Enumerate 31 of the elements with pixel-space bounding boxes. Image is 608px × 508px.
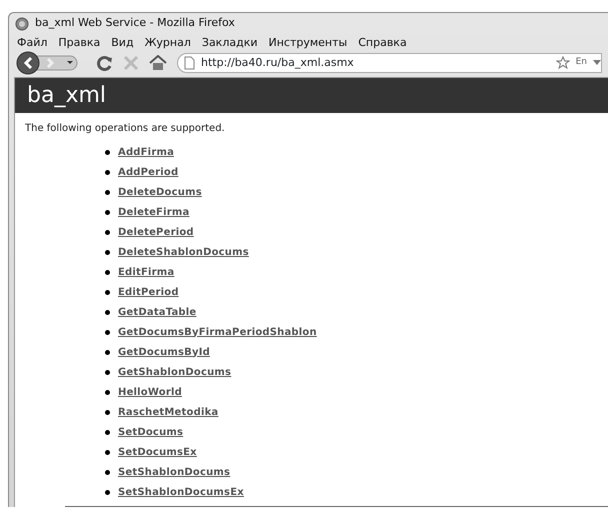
menu-item[interactable]: Журнал: [144, 35, 191, 51]
operation-link[interactable]: SetShablonDocumsEx: [118, 484, 244, 500]
window-title: ba_xml Web Service - Mozilla Firefox: [35, 15, 235, 32]
operation-link[interactable]: AddFirma: [118, 144, 174, 160]
operation-link[interactable]: GetShablonDocums: [118, 364, 232, 380]
menu-item[interactable]: Файл: [17, 35, 48, 51]
operation-link[interactable]: AddPeriod: [118, 164, 178, 180]
operation-link[interactable]: EditPeriod: [118, 284, 179, 300]
operation-link[interactable]: EditFirma: [118, 264, 174, 280]
address-bar[interactable]: http://ba40.ru/ba_xml.asmx En: [177, 53, 602, 73]
intro-text: The following operations are supported.: [24, 122, 226, 136]
page-heading: ba_xml: [15, 78, 608, 113]
menu-item[interactable]: Справка: [358, 35, 407, 51]
language-indicator: En: [576, 56, 587, 70]
menu-item[interactable]: Инструменты: [268, 35, 348, 51]
operation-link[interactable]: GetDataTable: [118, 304, 196, 320]
operation-link[interactable]: DeletePeriod: [118, 224, 194, 240]
url-text: http://ba40.ru/ba_xml.asmx: [201, 54, 355, 71]
operation-link[interactable]: DeleteShablonDocums: [118, 244, 249, 260]
menu-item[interactable]: Закладки: [202, 35, 258, 51]
menu-item[interactable]: Вид: [111, 35, 134, 51]
operation-link[interactable]: DeleteDocums: [118, 184, 202, 200]
operation-link[interactable]: GetDocumsById: [118, 344, 210, 360]
menu-item[interactable]: Правка: [58, 35, 100, 51]
operation-link[interactable]: SetDocumsEx: [118, 444, 197, 460]
operation-link[interactable]: SetShablonDocums: [118, 464, 230, 480]
operation-link[interactable]: SetDocums: [118, 424, 184, 440]
operation-link[interactable]: RaschetMetodika: [118, 404, 218, 420]
operation-link[interactable]: GetDocumsByFirmaPeriodShablon: [118, 324, 317, 340]
operation-link[interactable]: HelloWorld: [118, 384, 182, 400]
operation-link[interactable]: DeleteFirma: [118, 204, 190, 220]
